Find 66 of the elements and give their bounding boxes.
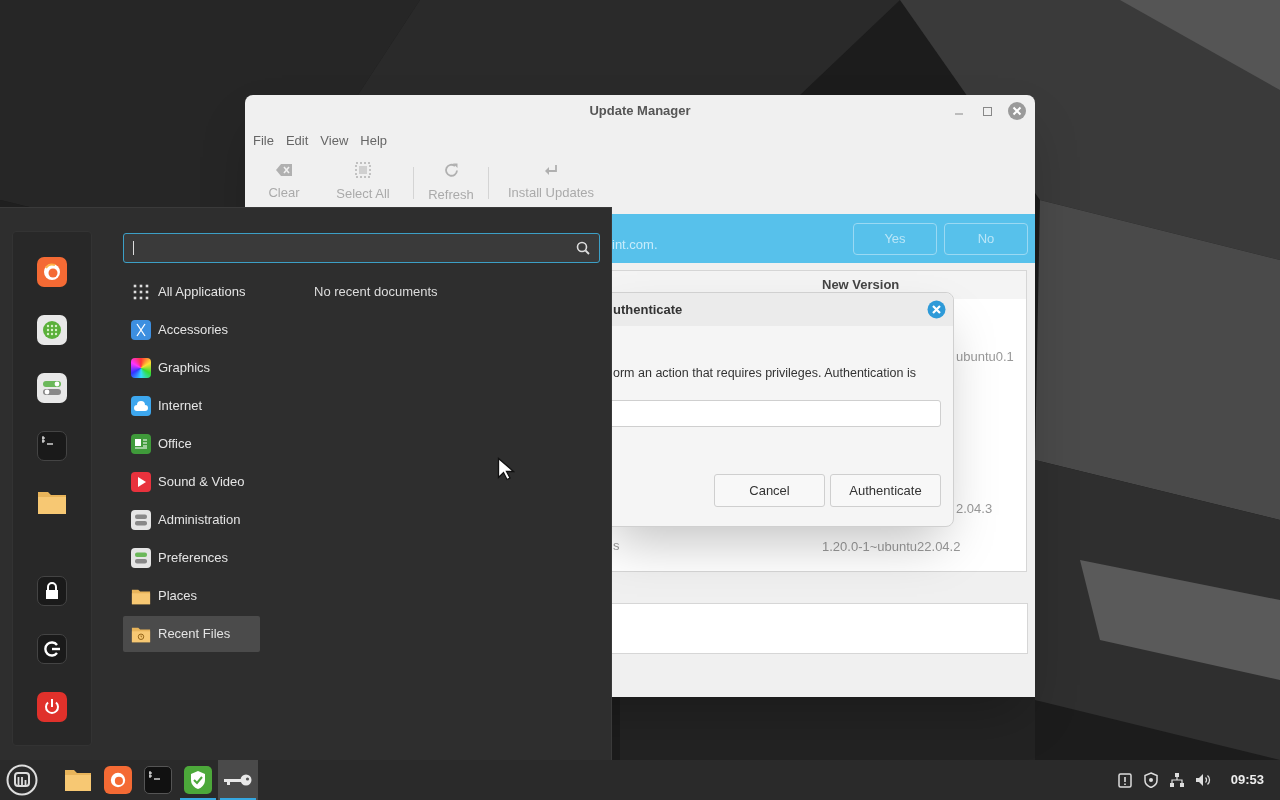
dialog-button[interactable]: Cancel xyxy=(714,473,825,507)
taskbar-app[interactable] xyxy=(218,760,258,800)
close-icon[interactable] xyxy=(927,300,946,319)
app-grid-icon xyxy=(133,284,149,300)
table-cell: ubuntu0.1 xyxy=(956,349,1014,364)
category-item[interactable]: Internet xyxy=(123,388,260,424)
close-icon[interactable] xyxy=(1007,101,1027,121)
color-palette-icon xyxy=(131,358,151,378)
category-item[interactable]: Recent Files xyxy=(123,616,260,652)
scissors-icon xyxy=(131,320,151,340)
table-cell-text: s xyxy=(613,537,620,556)
toggle-switches-icon xyxy=(131,548,151,568)
cloud-icon xyxy=(131,396,151,416)
shield-icon xyxy=(184,766,212,794)
shield-icon[interactable] xyxy=(1142,772,1159,788)
category-item[interactable]: Graphics xyxy=(123,350,260,386)
category-item[interactable]: Office xyxy=(123,426,260,462)
search-field[interactable] xyxy=(123,233,600,263)
refresh-icon xyxy=(442,161,460,179)
category-item[interactable]: Accessories xyxy=(123,312,260,348)
enter-arrow-icon xyxy=(544,163,558,177)
mint-logo-icon xyxy=(6,764,38,796)
select-all-icon xyxy=(355,162,371,179)
clipboard-icon[interactable] xyxy=(1116,772,1133,788)
network-icon[interactable] xyxy=(1168,772,1185,788)
software-grid-icon[interactable] xyxy=(37,315,67,345)
volume-icon[interactable] xyxy=(1194,772,1211,788)
dialog-title: uthenticate xyxy=(613,300,683,319)
table-cell: 2.04.3 xyxy=(956,501,993,516)
dialog-button[interactable]: Authenticate xyxy=(830,473,941,507)
category-item[interactable]: Administration xyxy=(123,502,260,538)
firefox-icon xyxy=(104,766,132,794)
key-icon xyxy=(223,773,253,787)
toggle-switches-icon[interactable] xyxy=(37,373,67,403)
running-indicator xyxy=(180,798,216,800)
search-icon xyxy=(576,241,590,255)
menu-item[interactable]: Help xyxy=(354,131,394,151)
window-title: Update Manager xyxy=(589,102,691,121)
firefox-icon[interactable] xyxy=(37,257,67,287)
folder-icon[interactable] xyxy=(37,489,67,515)
category-item[interactable]: Places xyxy=(123,578,260,614)
running-indicator xyxy=(220,798,256,800)
play-icon xyxy=(131,472,151,492)
category-item[interactable]: Sound & Video xyxy=(123,464,260,500)
folder-icon xyxy=(64,768,92,792)
category-item[interactable]: Preferences xyxy=(123,540,260,576)
power-icon[interactable] xyxy=(37,692,67,722)
menu-button[interactable] xyxy=(5,763,39,797)
toggle-switches-icon xyxy=(131,510,151,530)
clock[interactable]: 09:53 xyxy=(1230,770,1264,790)
document-icon xyxy=(131,434,151,454)
lock-icon[interactable] xyxy=(37,576,67,606)
category-item[interactable]: All Applications xyxy=(123,274,260,310)
terminal-icon[interactable] xyxy=(37,431,67,461)
terminal-icon xyxy=(144,766,172,794)
table-cell: 1.20.0-1~ubuntu22.04.2 xyxy=(822,539,961,554)
info-text: int.com. xyxy=(612,235,658,254)
backspace-icon xyxy=(275,163,293,178)
logout-icon[interactable] xyxy=(37,634,67,664)
mouse-pointer-icon xyxy=(497,457,515,481)
menu-item[interactable]: Edit xyxy=(279,131,315,151)
menu-item[interactable]: View xyxy=(314,131,355,151)
empty-message: No recent documents xyxy=(314,283,438,301)
column-header[interactable]: New Version xyxy=(822,275,1026,295)
menu-item[interactable]: File xyxy=(247,131,280,151)
dialog-message: orm an action that requires privileges. Authentication is xyxy=(612,365,917,382)
